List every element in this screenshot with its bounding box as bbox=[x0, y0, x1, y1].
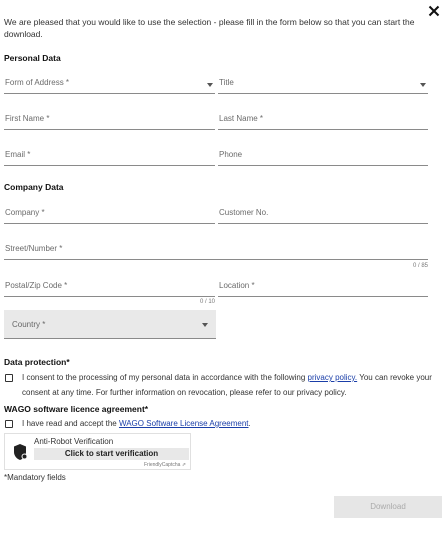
title-label: Title bbox=[219, 78, 234, 87]
phone-field[interactable]: Phone bbox=[218, 148, 428, 166]
email-field[interactable]: Email * bbox=[4, 148, 215, 166]
captcha-brand-link[interactable]: FriendlyCaptcha ⇗ bbox=[144, 462, 186, 468]
street-number-field[interactable]: Street/Number * bbox=[4, 242, 428, 260]
mandatory-fields-note: *Mandatory fields bbox=[4, 473, 66, 482]
location-label: Location * bbox=[219, 281, 255, 290]
last-name-label: Last Name * bbox=[219, 114, 264, 123]
street-number-label: Street/Number * bbox=[5, 244, 63, 253]
section-company-data: Company Data bbox=[4, 182, 64, 192]
captcha-title: Anti-Robot Verification bbox=[34, 437, 114, 446]
company-label: Company * bbox=[5, 208, 45, 217]
country-label: Country * bbox=[12, 320, 46, 329]
privacy-consent-text: I consent to the processing of my person… bbox=[22, 370, 440, 400]
license-agreement-link[interactable]: WAGO Software License Agreement bbox=[119, 419, 249, 428]
section-data-protection: Data protection* bbox=[4, 357, 70, 367]
company-field[interactable]: Company * bbox=[4, 206, 215, 224]
chevron-down-icon bbox=[202, 323, 208, 327]
title-select[interactable]: Title bbox=[218, 76, 428, 94]
intro-text: We are pleased that you would like to us… bbox=[4, 17, 415, 39]
email-label: Email * bbox=[5, 150, 31, 159]
street-char-counter: 0 / 85 bbox=[412, 263, 428, 269]
section-licence-agreement: WAGO software licence agreement* bbox=[4, 404, 149, 414]
first-name-field[interactable]: First Name * bbox=[4, 112, 215, 130]
licence-consent-prefix: I have read and accept the bbox=[22, 419, 119, 428]
customer-no-field[interactable]: Customer No. bbox=[218, 206, 428, 224]
start-verification-button[interactable]: Click to start verification bbox=[34, 448, 189, 460]
form-of-address-label: Form of Address * bbox=[5, 78, 70, 87]
privacy-consent-checkbox[interactable] bbox=[5, 374, 13, 382]
privacy-consent-prefix: I consent to the processing of my person… bbox=[22, 373, 308, 382]
privacy-policy-link[interactable]: privacy policy. bbox=[308, 373, 358, 382]
first-name-label: First Name * bbox=[5, 114, 50, 123]
customer-no-label: Customer No. bbox=[219, 208, 269, 217]
chevron-down-icon bbox=[207, 83, 213, 87]
form-of-address-select[interactable]: Form of Address * bbox=[4, 76, 215, 94]
last-name-field[interactable]: Last Name * bbox=[218, 112, 428, 130]
download-button[interactable]: Download bbox=[334, 496, 442, 518]
postal-code-label: Postal/Zip Code * bbox=[5, 281, 68, 290]
country-select[interactable]: Country * bbox=[4, 310, 216, 339]
download-form-dialog: We are pleased that you would like to us… bbox=[0, 0, 444, 534]
close-icon[interactable] bbox=[428, 4, 440, 17]
captcha-widget: Anti-Robot Verification Click to start v… bbox=[4, 433, 191, 470]
licence-consent-text: I have read and accept the WAGO Software… bbox=[22, 416, 440, 431]
shield-icon bbox=[12, 443, 28, 461]
licence-consent-suffix: . bbox=[248, 419, 251, 428]
location-field[interactable]: Location * bbox=[218, 279, 428, 297]
licence-checkbox[interactable] bbox=[5, 420, 13, 428]
postal-char-counter: 0 / 10 bbox=[199, 299, 215, 305]
postal-code-field[interactable]: Postal/Zip Code * bbox=[4, 279, 215, 297]
section-personal-data: Personal Data bbox=[4, 53, 61, 63]
phone-label: Phone bbox=[219, 150, 243, 159]
chevron-down-icon bbox=[420, 83, 426, 87]
